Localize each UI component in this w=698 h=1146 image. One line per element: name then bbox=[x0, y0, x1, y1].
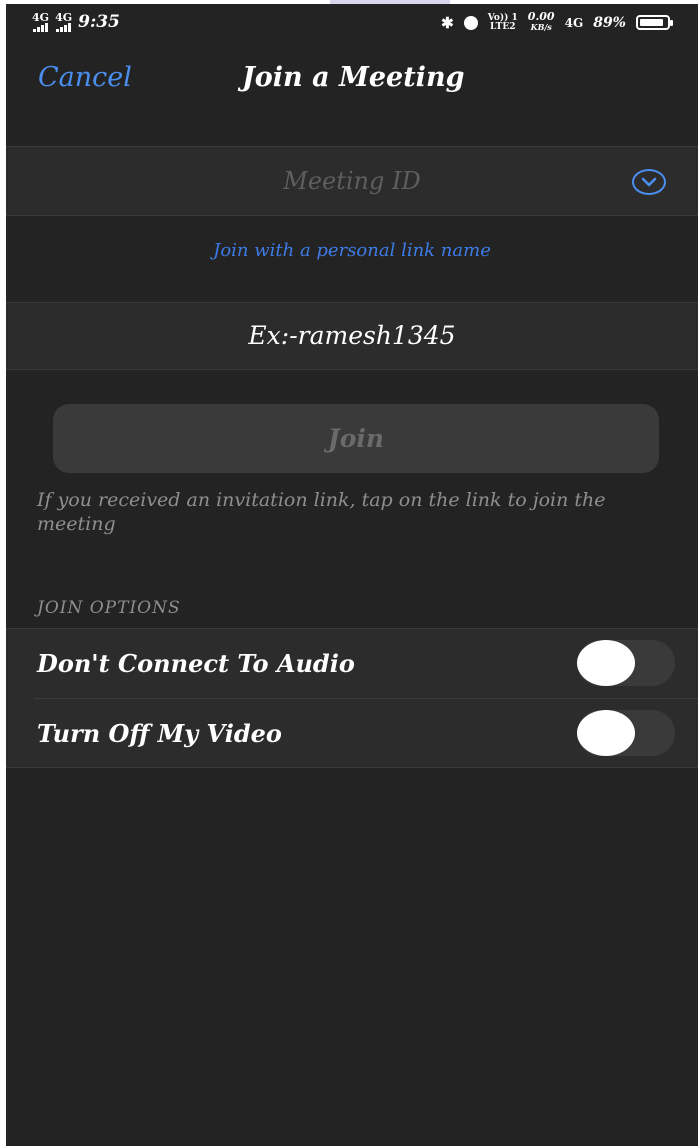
personal-link-name-input[interactable]: Ex:-ramesh1345 bbox=[6, 303, 698, 369]
bluetooth-icon: ✱ bbox=[441, 13, 454, 32]
clock: 9:35 bbox=[78, 12, 120, 32]
join-options-header: JOIN OPTIONS bbox=[37, 598, 181, 618]
battery-fill bbox=[640, 19, 664, 26]
personal-link-name-link[interactable]: Join with a personal link name bbox=[6, 240, 698, 261]
join-button[interactable]: Join bbox=[53, 404, 659, 473]
nav-bar: Cancel Join a Meeting bbox=[6, 40, 698, 120]
speed-unit: KB/s bbox=[530, 22, 552, 32]
option-dont-connect-audio: Don't Connect To Audio bbox=[6, 629, 698, 698]
meeting-id-input[interactable]: Meeting ID bbox=[6, 147, 698, 215]
network-type-3: 4G bbox=[564, 15, 584, 30]
meeting-id-row: Meeting ID bbox=[6, 146, 698, 216]
status-bar-left: 4G 4G 9:35 bbox=[32, 10, 120, 33]
option-label: Turn Off My Video bbox=[37, 719, 282, 748]
signal-bars-icon bbox=[56, 22, 72, 32]
network-indicator-1: 4G bbox=[32, 10, 50, 32]
join-options-list: Don't Connect To Audio Turn Off My Video bbox=[6, 628, 698, 768]
video-toggle[interactable] bbox=[577, 710, 675, 756]
toggle-knob bbox=[577, 640, 635, 686]
personal-link-row: Ex:-ramesh1345 bbox=[6, 302, 698, 370]
network-type-label: 4G bbox=[32, 10, 50, 24]
network-speed: 0.00 KB/s bbox=[528, 11, 555, 33]
chevron-down-icon bbox=[641, 177, 657, 187]
volte-indicator: Vo)) 1 LTE2 bbox=[488, 13, 518, 32]
chevron-down-circle-icon[interactable] bbox=[632, 169, 666, 195]
option-label: Don't Connect To Audio bbox=[37, 649, 355, 678]
network-type-label: 4G bbox=[55, 10, 73, 24]
cancel-button[interactable]: Cancel bbox=[38, 62, 132, 93]
option-turn-off-video: Turn Off My Video bbox=[6, 699, 698, 768]
battery-icon bbox=[636, 15, 673, 30]
lte-label: LTE2 bbox=[490, 21, 516, 32]
network-indicator-2: 4G bbox=[55, 10, 73, 32]
invitation-hint-text: If you received an invitation link, tap … bbox=[37, 489, 606, 535]
battery-percent: 89% bbox=[593, 14, 626, 31]
page-title: Join a Meeting bbox=[242, 62, 465, 93]
status-bar-right: ✱ Vo)) 1 LTE2 0.00 KB/s 4G 89% bbox=[441, 11, 673, 33]
alarm-icon bbox=[463, 15, 478, 30]
audio-toggle[interactable] bbox=[577, 640, 675, 686]
status-bar: 4G 4G 9:35 ✱ Vo)) 1 LTE2 0.00 KB/s 4G 89… bbox=[6, 4, 698, 40]
toggle-knob bbox=[577, 710, 635, 756]
signal-bars-icon bbox=[33, 22, 49, 32]
